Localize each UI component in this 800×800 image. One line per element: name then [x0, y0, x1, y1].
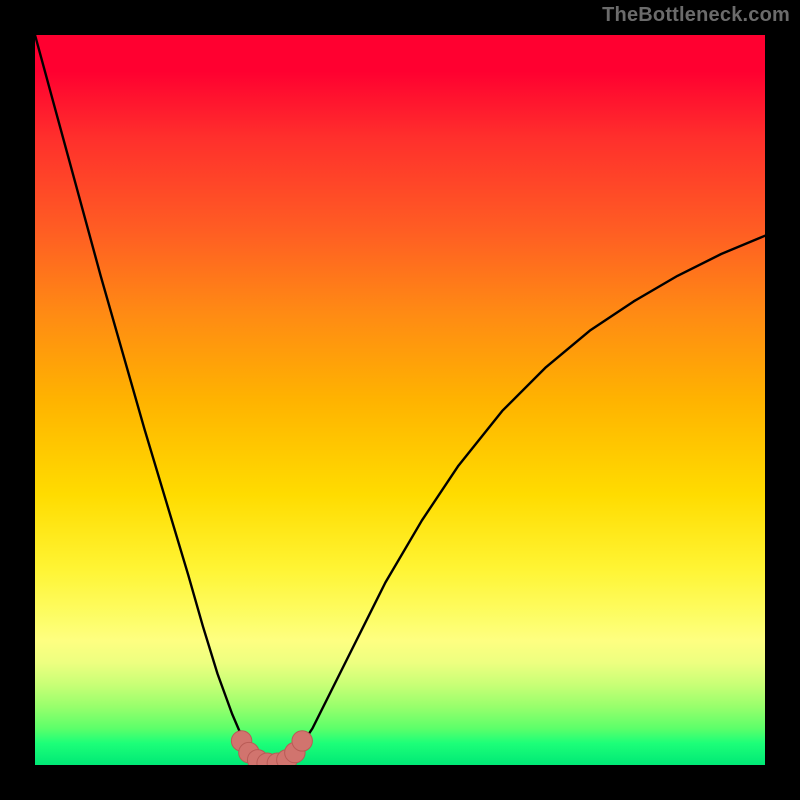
curve-left-curve — [35, 35, 256, 761]
curve-lines — [35, 35, 765, 765]
valley-markers — [231, 731, 312, 765]
chart-frame: TheBottleneck.com — [0, 0, 800, 800]
curve-right-curve — [287, 236, 765, 762]
valley-marker-dot — [292, 731, 312, 751]
plot-area — [35, 35, 765, 765]
chart-svg — [35, 35, 765, 765]
attribution-watermark: TheBottleneck.com — [602, 4, 790, 27]
